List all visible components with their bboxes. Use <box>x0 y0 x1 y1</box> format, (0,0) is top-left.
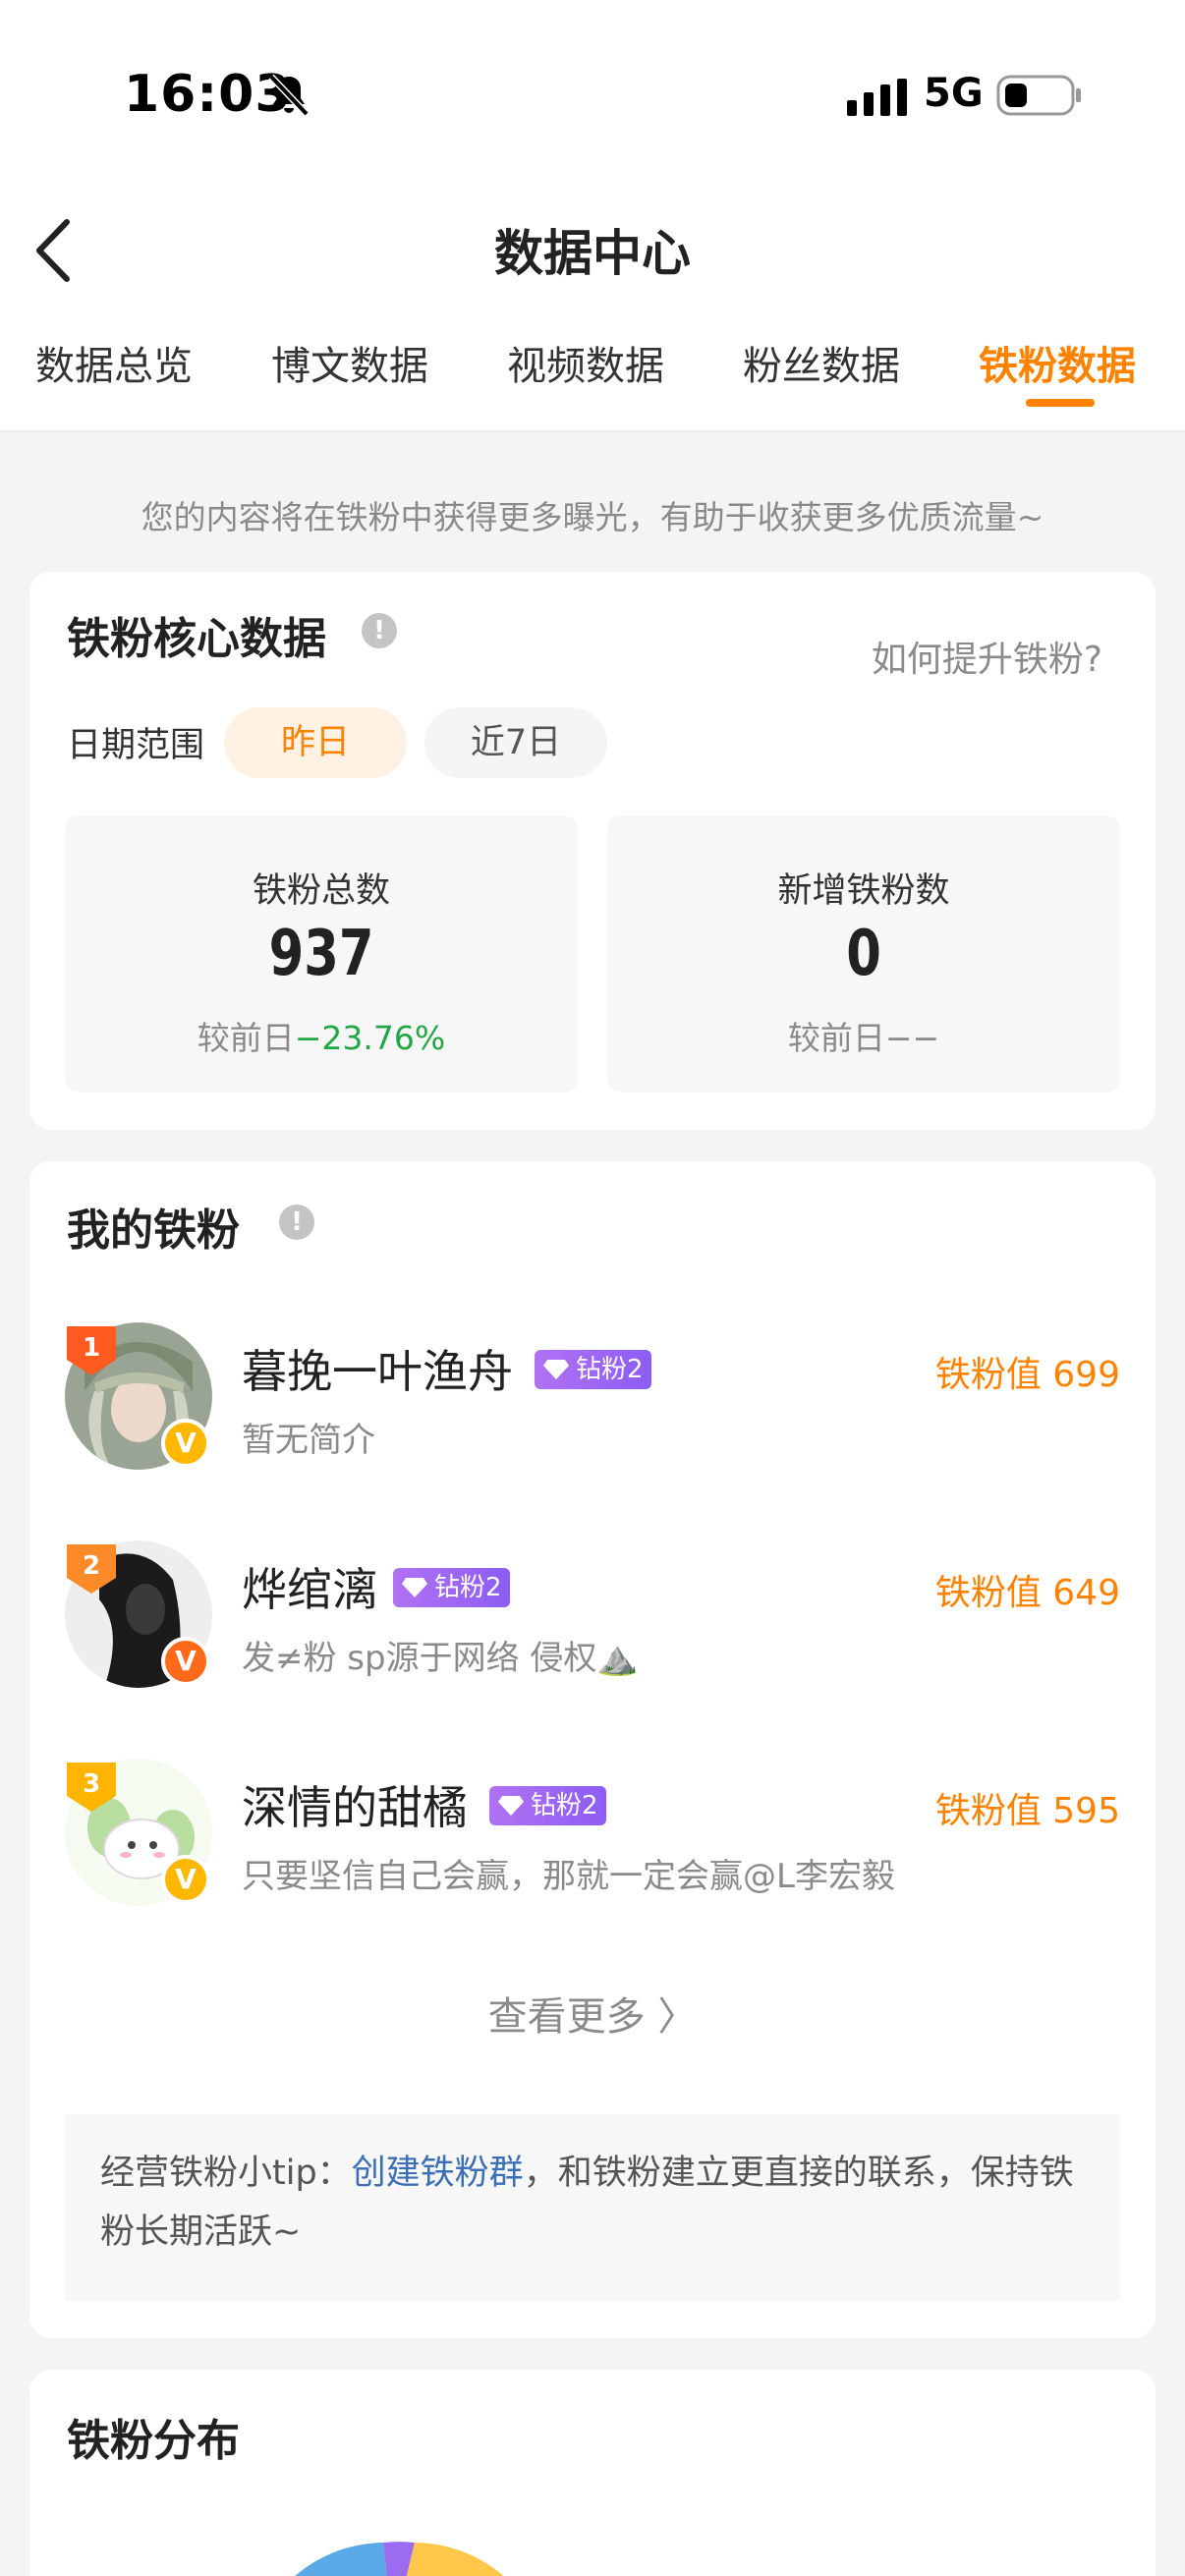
fan-score: 铁粉值 649 <box>934 1573 1120 1613</box>
level-badge: 钻粉2 <box>489 1786 606 1825</box>
svg-text:1: 1 <box>83 1333 100 1363</box>
tab-iron-fans[interactable]: 铁粉数据 <box>979 334 1136 391</box>
status-time: 16:03 <box>124 65 292 124</box>
date-range-label: 日期范围 <box>67 726 205 765</box>
bell-muted-icon <box>268 74 310 117</box>
stat-label: 铁粉总数 <box>252 871 390 911</box>
fan-row[interactable]: 1 V 暮挽一叶渔舟 钻粉2 暂无简介 铁粉值 699 <box>29 1322 1156 1509</box>
svg-text:3: 3 <box>83 1769 100 1799</box>
tip-box: 经营铁粉小tip：创建铁粉群，和铁粉建立更直接的联系，保持铁粉长期活跃~ <box>65 2114 1120 2301</box>
total-fans-stat: 铁粉总数 937 较前日−23.76% <box>65 815 578 1092</box>
core-data-title: 铁粉核心数据 <box>67 614 326 664</box>
stat-label: 新增铁粉数 <box>777 871 950 911</box>
notice-text: 您的内容将在铁粉中获得更多曝光，有助于收获更多优质流量~ <box>141 498 1044 536</box>
tab-bar: 数据总览 博文数据 视频数据 粉丝数据 铁粉数据 <box>0 334 1185 432</box>
fan-bio: 发≠粉 sp源于网络 侵权⛰️ <box>242 1639 639 1678</box>
signal-icon <box>847 79 907 116</box>
date-yesterday-button[interactable]: 昨日 <box>224 707 407 778</box>
battery-icon <box>996 75 1081 116</box>
tab-video[interactable]: 视频数据 <box>507 334 664 391</box>
distribution-pie <box>295 2542 504 2576</box>
diamond-icon <box>402 1578 427 1597</box>
verified-badge: V <box>161 1419 210 1468</box>
fan-row[interactable]: 3 V 深情的甜橘 钻粉2 只要坚信自己会赢，那就一定会赢@L李宏毅 铁粉值 5… <box>29 1759 1156 1945</box>
status-bar: 16:03 5G <box>0 0 1185 187</box>
active-tab-indicator <box>1026 399 1095 407</box>
help-link[interactable]: 如何提升铁粉? <box>872 631 1102 682</box>
date-7days-button[interactable]: 近7日 <box>424 707 607 778</box>
info-icon[interactable]: ! <box>362 613 397 648</box>
level-badge: 钻粉2 <box>535 1350 651 1389</box>
tab-posts[interactable]: 博文数据 <box>271 334 428 391</box>
level-badge: 钻粉2 <box>393 1568 510 1607</box>
fan-bio: 暂无简介 <box>242 1421 375 1460</box>
see-more-button[interactable]: 查看更多 〉 <box>29 1985 1156 2042</box>
stat-compare: 较前日−23.76% <box>197 1019 446 1057</box>
svg-text:2: 2 <box>83 1551 100 1581</box>
network-label: 5G <box>924 71 984 116</box>
fan-score: 铁粉值 595 <box>934 1791 1120 1831</box>
header: 数据中心 数据总览 博文数据 视频数据 粉丝数据 铁粉数据 <box>0 187 1185 432</box>
rank-3-badge: 3 <box>67 1763 116 1812</box>
distribution-title: 铁粉分布 <box>67 2416 240 2466</box>
verified-badge: V <box>161 1637 210 1686</box>
distribution-card: 铁粉分布 <box>29 2370 1156 2576</box>
stat-compare: 较前日−− <box>787 1019 940 1057</box>
fan-bio: 只要坚信自己会赢，那就一定会赢@L李宏毅 <box>242 1857 895 1896</box>
tab-fans[interactable]: 粉丝数据 <box>743 334 900 391</box>
stat-value: 0 <box>846 918 881 990</box>
info-icon[interactable]: ! <box>279 1204 314 1240</box>
rank-2-badge: 2 <box>67 1544 116 1594</box>
diamond-icon <box>498 1796 524 1816</box>
diamond-icon <box>543 1360 569 1379</box>
verified-badge: V <box>161 1855 210 1904</box>
page-title: 数据中心 <box>494 225 691 282</box>
my-fans-title: 我的铁粉 <box>67 1205 240 1256</box>
tab-overview[interactable]: 数据总览 <box>35 334 193 391</box>
fan-name[interactable]: 深情的甜橘 <box>242 1772 468 1837</box>
core-data-card: 铁粉核心数据 ! 如何提升铁粉? 日期范围 昨日 近7日 铁粉总数 937 较前… <box>29 572 1156 1130</box>
fan-score: 铁粉值 699 <box>934 1355 1120 1395</box>
my-fans-card: 我的铁粉 ! 1 V 暮挽一叶渔舟 钻粉2 暂无简介 铁粉值 699 2 V 烨… <box>29 1161 1156 2338</box>
fan-row[interactable]: 2 V 烨绾漓 钻粉2 发≠粉 sp源于网络 侵权⛰️ 铁粉值 649 <box>29 1540 1156 1727</box>
rank-1-badge: 1 <box>67 1326 116 1375</box>
tip-prefix: 经营铁粉小tip： <box>100 2154 352 2193</box>
fan-name[interactable]: 烨绾漓 <box>242 1554 377 1619</box>
stat-value: 937 <box>268 918 374 990</box>
new-fans-stat: 新增铁粉数 0 较前日−− <box>607 815 1120 1092</box>
create-group-link[interactable]: 创建铁粉群 <box>352 2154 524 2193</box>
fan-name[interactable]: 暮挽一叶渔舟 <box>242 1336 513 1401</box>
